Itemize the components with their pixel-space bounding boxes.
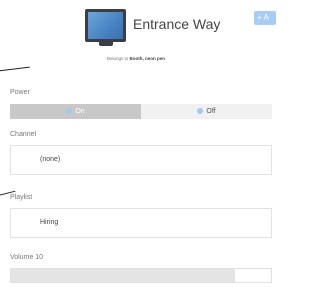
device-header: Entrance Way + A Belongs to Booth, neon …: [0, 0, 276, 61]
radio-icon: [66, 107, 73, 114]
power-off-label: Off: [206, 108, 216, 115]
radio-icon: [197, 107, 204, 114]
annotation-line: [0, 66, 30, 73]
power-toggle: On Off: [10, 104, 272, 119]
device-title: Entrance Way: [133, 16, 221, 32]
channel-label: Channel: [10, 131, 37, 138]
channel-select[interactable]: (none): [10, 145, 272, 175]
subtitle-prefix: Belongs to: [106, 56, 129, 61]
channel-value: (none): [40, 156, 61, 163]
device-owner-subtitle: Belongs to Booth, neon pen: [0, 56, 272, 61]
playlist-label: Playlist: [10, 194, 33, 201]
power-off-option[interactable]: Off: [141, 104, 272, 119]
power-label: Power: [10, 89, 30, 96]
power-on-label: On: [75, 108, 85, 115]
add-button[interactable]: + A: [254, 11, 276, 25]
playlist-select[interactable]: Hiring: [10, 208, 272, 238]
subtitle-owner: Booth, neon pen: [129, 56, 166, 61]
volume-label: Volume 10: [10, 254, 44, 261]
volume-fill: [11, 269, 235, 282]
playlist-value: Hiring: [40, 219, 59, 226]
volume-slider[interactable]: [10, 268, 272, 283]
power-on-option[interactable]: On: [10, 104, 141, 119]
monitor-icon: [85, 9, 126, 46]
